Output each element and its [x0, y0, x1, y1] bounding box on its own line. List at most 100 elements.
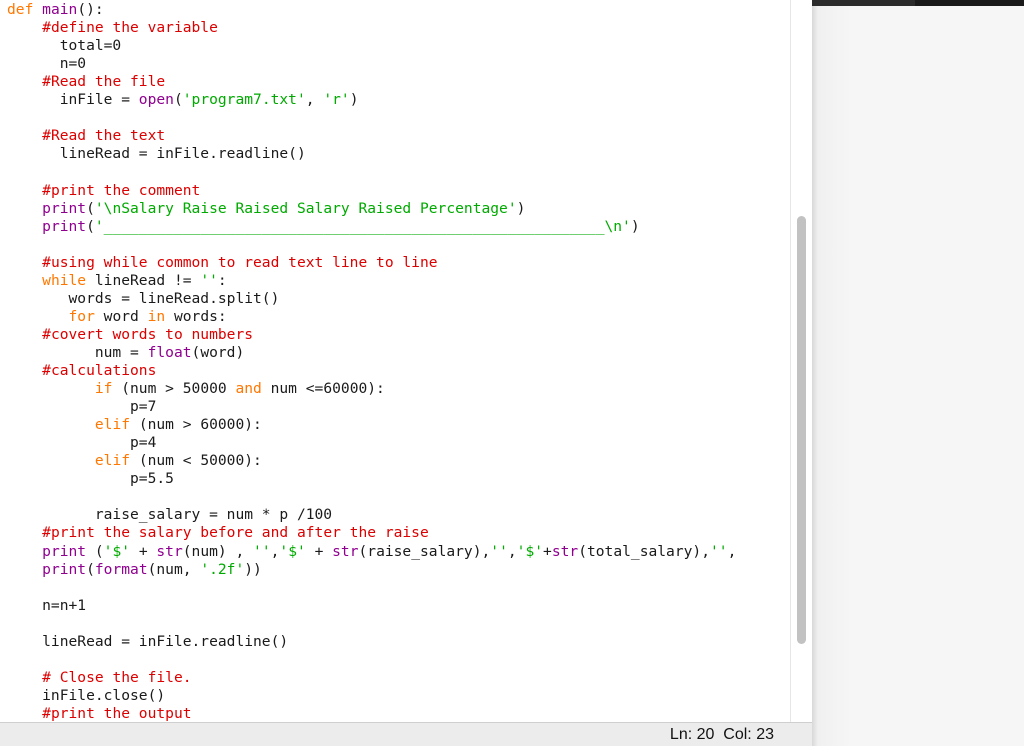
code-token: str [551, 542, 579, 560]
code-token: #define the variable [42, 19, 218, 37]
code-token: #using while common to read text line to… [42, 253, 438, 271]
code-line[interactable]: total=0 [7, 37, 122, 55]
code-token: (num) , [182, 542, 254, 560]
code-token: ( [86, 542, 104, 560]
code-token: (): [77, 1, 104, 18]
code-line[interactable]: if (num > 50000 and num <=60000): [7, 380, 385, 398]
code-line[interactable]: lineRead = inFile.readline() [7, 633, 288, 651]
code-token: ( [86, 560, 95, 578]
code-token: ) [516, 199, 526, 217]
code-token: ( [86, 217, 95, 235]
code-token: n=0 [7, 55, 87, 73]
code-line[interactable]: # Close the file. [7, 669, 191, 687]
cursor-position: Ln: 20 Col: 23 [669, 726, 774, 743]
code-token: if [94, 380, 113, 398]
code-token: , [305, 91, 324, 109]
code-line[interactable]: p=7 [7, 398, 156, 416]
code-line[interactable]: print(format(num, '.2f')) [7, 561, 262, 579]
code-token: elif [94, 452, 131, 470]
code-token: ( [86, 199, 95, 217]
code-line[interactable]: def main(): [7, 1, 104, 19]
status-bar: Ln: 20 Col: 23 [0, 722, 812, 746]
code-token: def [7, 1, 43, 18]
code-token: #print the comment [42, 181, 201, 199]
code-token: p=7 [7, 398, 157, 416]
code-line[interactable]: elif (num < 50000): [7, 452, 262, 470]
code-line[interactable]: inFile.close() [7, 687, 165, 705]
code-token: (num, [147, 560, 201, 578]
code-line[interactable]: #calculations [7, 362, 156, 380]
code-token: '$' [516, 542, 544, 560]
code-token: lineRead = inFile.readline() [7, 145, 306, 163]
code-token: '$' [103, 542, 131, 560]
scrollbar-thumb[interactable] [797, 216, 806, 644]
code-line[interactable]: #print the salary before and after the r… [7, 524, 429, 542]
code-line[interactable]: #Read the file [7, 73, 165, 91]
code-line[interactable]: #define the variable [7, 19, 218, 37]
code-editor[interactable]: def main(): #define the variable total=0… [0, 0, 790, 722]
code-token: ) [630, 217, 640, 235]
code-token: lineRead != [86, 271, 201, 289]
code-token: open [138, 91, 174, 109]
code-line[interactable]: #using while common to read text line to… [7, 253, 438, 272]
code-line[interactable]: lineRead = inFile.readline() [7, 145, 306, 163]
code-line[interactable]: num = float(word) [7, 344, 244, 362]
code-line[interactable]: #covert words to numbers [7, 326, 253, 344]
code-line[interactable]: #Read the text [7, 127, 165, 145]
code-token: inFile.close() [7, 686, 166, 704]
code-token: '' [200, 271, 218, 289]
code-line[interactable]: print ('$' + str(num) , '','$' + str(rai… [7, 543, 736, 561]
code-token: #Read the text [42, 127, 166, 145]
code-token: elif [94, 416, 131, 434]
code-token: and [235, 380, 262, 398]
code-line[interactable]: words = lineRead.split() [7, 290, 280, 308]
background-window-edge-dark [915, 0, 1024, 6]
code-token: words: [165, 307, 227, 325]
code-line[interactable]: p=4 [7, 434, 156, 452]
code-token: '_______________________________________… [94, 217, 631, 235]
code-line[interactable]: while lineRead != '': [7, 272, 227, 290]
code-line[interactable]: inFile = open('program7.txt', 'r') [7, 91, 359, 109]
code-token: (total_salary), [578, 542, 710, 560]
code-token: p=4 [7, 434, 157, 452]
code-token: num <=60000): [261, 380, 385, 398]
code-line[interactable]: n=n+1 [7, 597, 86, 615]
code-line[interactable]: #print the comment [7, 182, 200, 200]
code-line[interactable]: print('_________________________________… [7, 218, 640, 236]
code-token: + [130, 542, 157, 560]
code-token: '' [490, 542, 508, 560]
code-line[interactable]: p=5.5 [7, 470, 174, 488]
code-line[interactable]: n=0 [7, 55, 86, 73]
code-token: (num > 50000 [112, 380, 236, 398]
code-line[interactable]: print('\nSalary Raise Raised Salary Rais… [7, 200, 525, 218]
code-line[interactable]: elif (num > 60000): [7, 416, 262, 434]
code-token: lineRead = inFile.readline() [7, 632, 289, 650]
code-token: )) [244, 560, 262, 578]
code-line[interactable]: #print the output [7, 705, 191, 722]
code-token: 'r' [323, 91, 350, 109]
code-token: str [332, 542, 359, 560]
code-token: print [42, 217, 87, 235]
code-token: '\nSalary Raise Raised Salary Raised Per… [94, 199, 517, 217]
code-token: str [156, 542, 183, 560]
code-token: while [42, 271, 87, 289]
code-token: ) [349, 91, 359, 109]
code-line[interactable]: raise_salary = num * p /100 [7, 506, 332, 524]
code-token: word [94, 307, 148, 325]
code-line[interactable]: for word in words: [7, 308, 227, 326]
code-token: n=n+1 [7, 596, 87, 614]
code-token: p=5.5 [7, 470, 174, 488]
